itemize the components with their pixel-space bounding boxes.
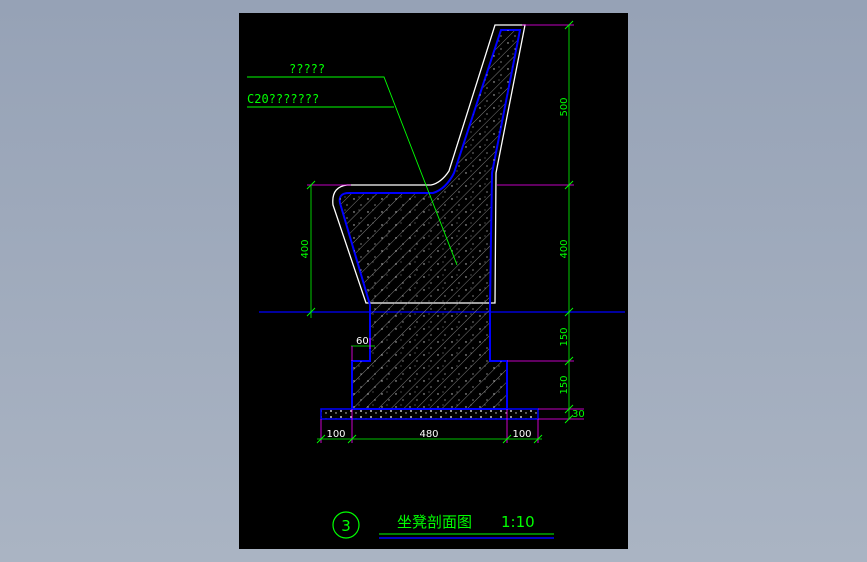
dim-seat-height: 400 <box>559 239 570 258</box>
gravel-bed <box>320 408 539 420</box>
dim-back-height: 500 <box>559 97 570 116</box>
section-drawing: ????? C20??????? 500 400 150 150 30 400 … <box>247 20 625 539</box>
dim-left-margin: 100 <box>326 429 345 440</box>
dim-right-margin: 100 <box>512 429 531 440</box>
dim-stem-height: 150 <box>559 327 570 346</box>
callout-1: ????? <box>289 62 325 76</box>
title-scale: 1:10 <box>501 513 535 531</box>
dim-base-width: 480 <box>419 429 438 440</box>
dim-offset: 60 <box>356 336 369 347</box>
dim-foundation: 30 <box>572 409 585 420</box>
title-number: 3 <box>341 517 351 535</box>
title-name: 坐凳剖面图 <box>397 513 472 531</box>
dim-base-height: 150 <box>559 375 570 394</box>
callout-2: C20??????? <box>247 92 319 106</box>
drawing-sheet[interactable]: ????? C20??????? 500 400 150 150 30 400 … <box>239 13 628 549</box>
dim-seat-height-left: 400 <box>300 239 311 258</box>
cad-viewer: ????? C20??????? 500 400 150 150 30 400 … <box>0 0 867 562</box>
